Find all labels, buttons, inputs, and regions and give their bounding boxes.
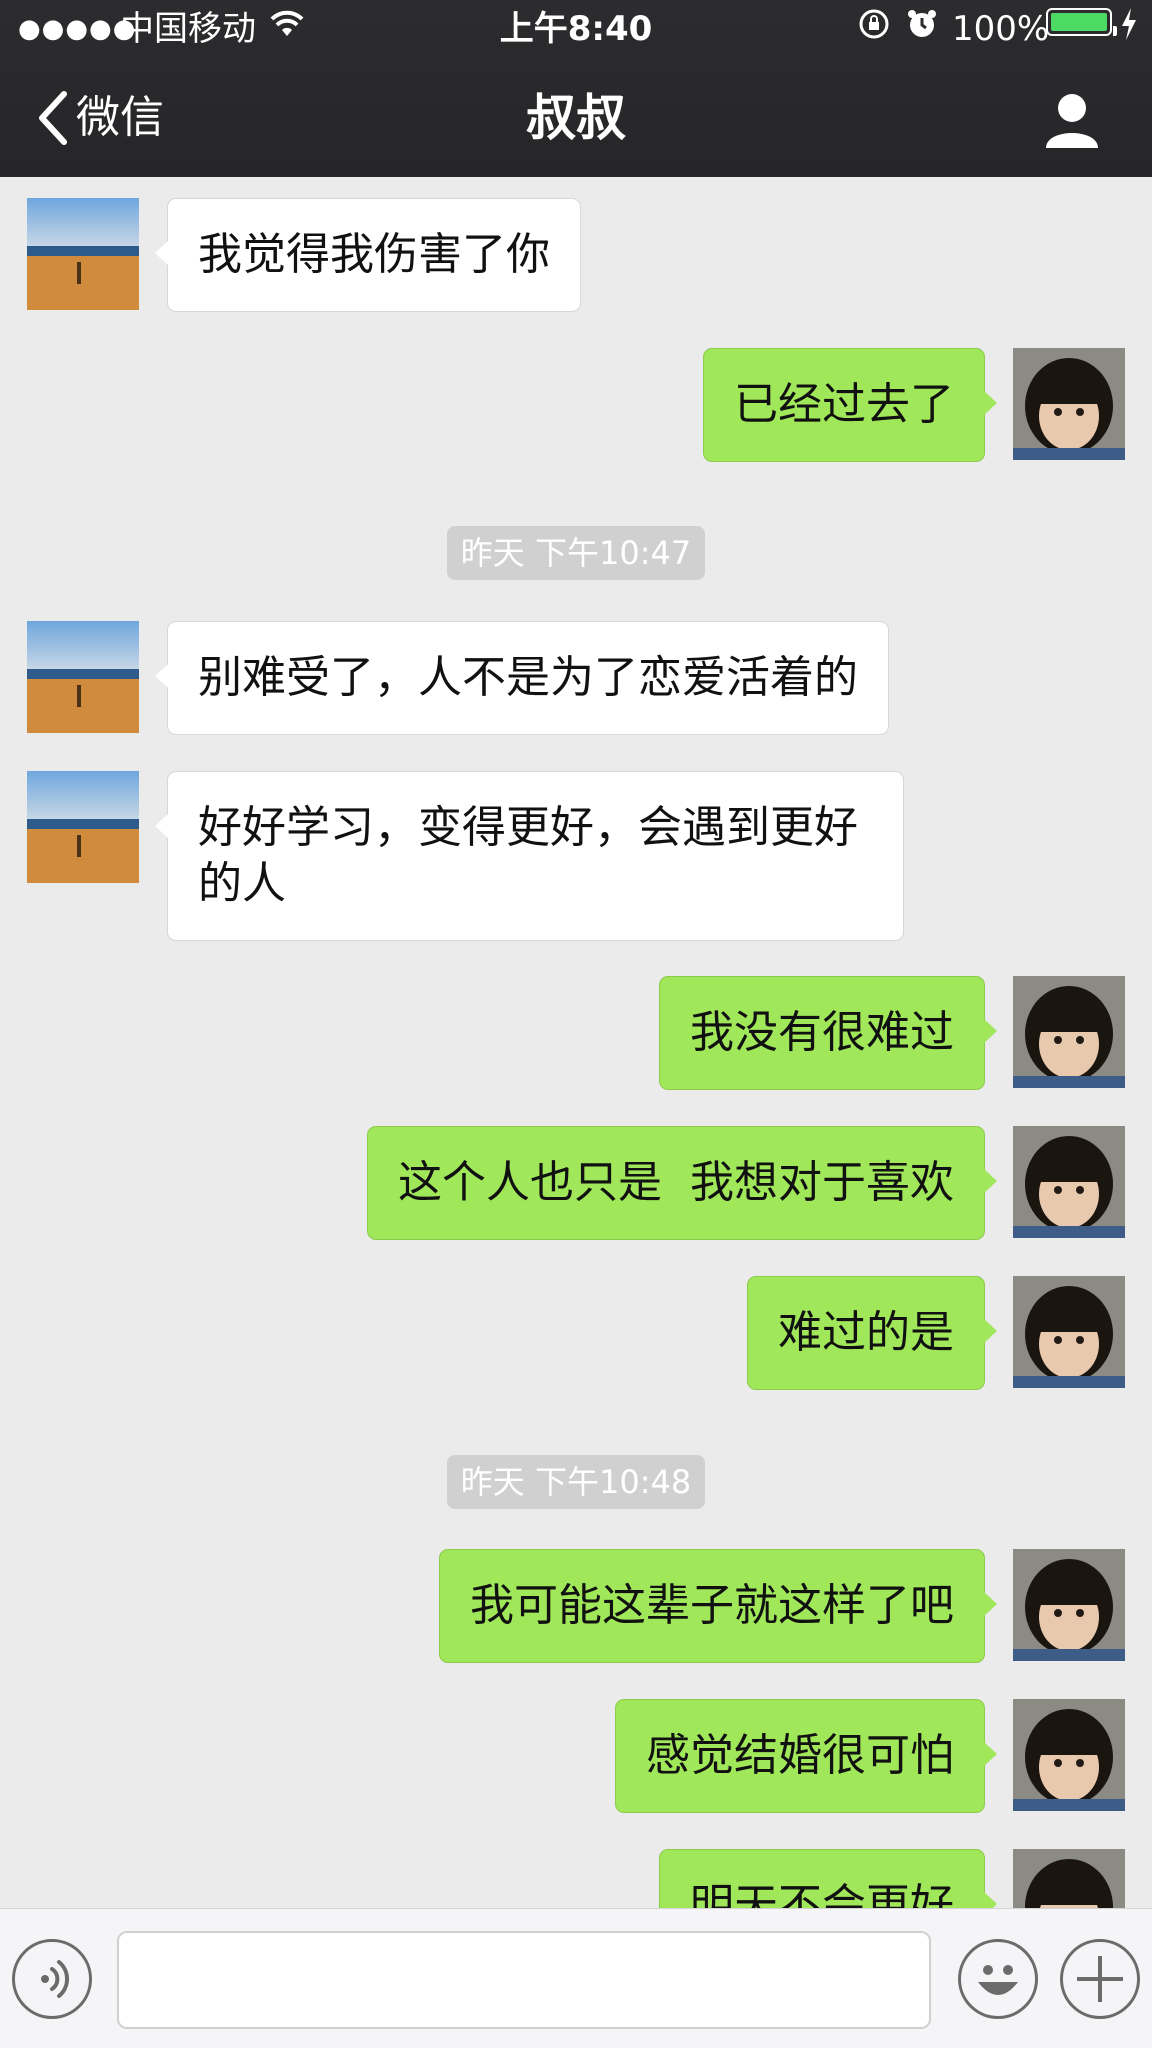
user-avatar[interactable] (1013, 976, 1125, 1088)
sent-message[interactable]: 这个人也只是 我想对于喜欢 (367, 1126, 997, 1240)
voice-icon (41, 1960, 70, 1998)
plus-icon (1077, 1956, 1123, 2002)
timestamp-label: 昨天 下午10:48 (446, 1455, 706, 1509)
battery-percent: 100% (952, 9, 1050, 49)
emoji-button[interactable] (958, 1939, 1038, 2019)
emoji-icon (978, 1965, 1018, 1995)
message-list[interactable]: 我觉得我伤害了你 已经过去了 昨天 下午10:47 别难受了，人不是为了恋爱活着… (0, 177, 1152, 1908)
timestamp: 昨天 下午10:47 (0, 526, 1152, 580)
battery-tip (1113, 26, 1117, 36)
received-message[interactable]: 别难受了，人不是为了恋爱活着的 (155, 621, 889, 735)
sent-message[interactable]: 已经过去了 (703, 348, 997, 462)
profile-button[interactable] (1040, 88, 1104, 152)
timestamp: 昨天 下午10:48 (0, 1455, 1152, 1509)
message-input[interactable] (117, 1931, 931, 2029)
sent-message[interactable]: 感觉结婚很可怕 (615, 1699, 997, 1813)
contact-avatar[interactable] (27, 771, 139, 883)
rotation-lock-icon (858, 8, 890, 50)
user-avatar[interactable] (1013, 1549, 1125, 1661)
alarm-icon (906, 8, 938, 50)
voice-button[interactable] (12, 1939, 92, 2019)
input-bar (0, 1908, 1152, 2048)
received-message[interactable]: 好好学习，变得更好，会遇到更好的人 (155, 771, 904, 941)
chat-title: 叔叔 (526, 89, 626, 147)
timestamp-label: 昨天 下午10:47 (446, 526, 706, 580)
sent-message[interactable]: 我可能这辈子就这样了吧 (439, 1549, 997, 1663)
person-icon (1046, 94, 1098, 148)
user-avatar[interactable] (1013, 1276, 1125, 1388)
user-avatar[interactable] (1013, 1699, 1125, 1811)
battery-icon (1046, 8, 1112, 36)
contact-avatar[interactable] (27, 621, 139, 733)
received-message[interactable]: 我觉得我伤害了你 (155, 198, 581, 312)
plus-button[interactable] (1060, 1939, 1140, 2019)
user-avatar[interactable] (1013, 1126, 1125, 1238)
user-avatar[interactable] (1013, 348, 1125, 460)
header: ●●●●● 中国移动 上午8:40 100% 微信 叔叔 (0, 0, 1152, 177)
sent-message[interactable]: 难过的是 (747, 1276, 997, 1390)
charging-icon (1120, 8, 1138, 50)
sent-message[interactable]: 我没有很难过 (659, 976, 997, 1090)
navigation-bar: 微信 叔叔 (0, 58, 1152, 177)
user-avatar[interactable] (1013, 1849, 1125, 1908)
sent-message[interactable]: 明天不会更好 (659, 1849, 997, 1908)
contact-avatar[interactable] (27, 198, 139, 310)
status-bar: ●●●●● 中国移动 上午8:40 100% (0, 0, 1152, 58)
